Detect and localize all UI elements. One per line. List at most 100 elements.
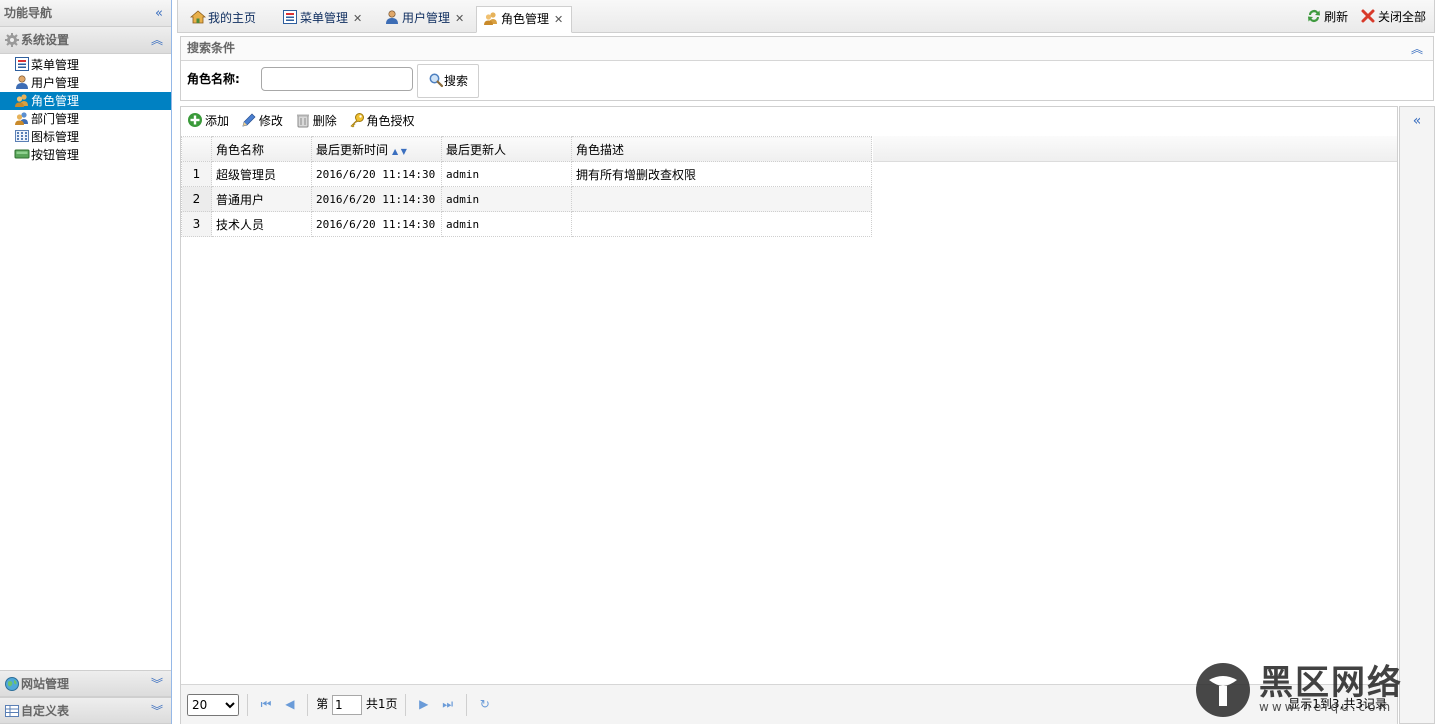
table-header-row: 角色名称 最后更新时间 ▲ ▼ 最后更新人 角色描述: [181, 136, 872, 162]
column-header-label: 角色名称: [216, 142, 265, 157]
tab-label: 菜单管理: [300, 11, 349, 25]
close-all-label: 关闭全部: [1377, 10, 1426, 24]
role-table: 角色名称 最后更新时间 ▲ ▼ 最后更新人 角色描述 1 超级管理员 2016/6…: [181, 136, 872, 237]
table-row[interactable]: 2 普通用户 2016/6/20 11:14:30 admin: [181, 186, 872, 212]
close-icon: [1360, 8, 1376, 24]
refresh-button[interactable]: 刷新: [1306, 10, 1352, 24]
double-chevron-left-icon[interactable]: «: [1413, 113, 1422, 129]
east-collapse-bar[interactable]: «: [1399, 106, 1435, 724]
pager-separator: [307, 693, 309, 716]
close-icon[interactable]: ✕: [455, 12, 464, 25]
column-header-role-name[interactable]: 角色名称: [211, 136, 312, 162]
tree-item-user[interactable]: 用户管理: [0, 74, 171, 92]
tab-label: 用户管理: [402, 11, 451, 25]
authorize-label: 角色授权: [366, 114, 415, 128]
column-header-description[interactable]: 角色描述: [571, 136, 872, 162]
accordion-website-label: 网站管理: [21, 677, 70, 691]
role-name-input[interactable]: [261, 67, 413, 91]
double-chevron-down-icon[interactable]: ︾: [151, 698, 163, 725]
double-chevron-down-icon[interactable]: ︾: [151, 671, 163, 698]
search-button-label: 搜索: [443, 74, 468, 88]
cell-update-time: 2016/6/20 11:14:30: [311, 211, 442, 237]
sort-arrows-icon[interactable]: ▲ ▼: [392, 147, 407, 156]
tree-item-icon[interactable]: 图标管理: [0, 128, 171, 146]
table-row[interactable]: 1 超级管理员 2016/6/20 11:14:30 admin 拥有所有增删改…: [181, 161, 872, 187]
last-page-icon[interactable]: ⏭: [442, 697, 453, 711]
tab-user-management[interactable]: 用户管理 ✕: [378, 6, 472, 33]
page-number-input[interactable]: [332, 694, 363, 715]
search-panel: 搜索条件 ︽ 角色名称: 搜索: [180, 36, 1434, 101]
west-nav-panel: 功能导航 « 系统设置 ︽ 菜单管理 用户管理 角色管理 部门管理 图标管理 按…: [0, 0, 172, 724]
button-icon: [14, 146, 30, 162]
department-icon: [14, 110, 30, 126]
tab-label: 我的主页: [208, 11, 257, 25]
page-prefix: 第: [316, 697, 329, 711]
nav-title-bar: 功能导航 «: [0, 0, 171, 27]
cell-role-name: 技术人员: [211, 211, 312, 237]
accordion-custom-label: 自定义表: [21, 704, 70, 718]
user-icon: [14, 74, 30, 90]
cell-update-time: 2016/6/20 11:14:30: [311, 161, 442, 187]
tree-item-label: 用户管理: [31, 76, 80, 90]
column-header-update-time[interactable]: 最后更新时间 ▲ ▼: [311, 136, 442, 162]
tree-item-label: 部门管理: [31, 112, 80, 126]
home-icon: [190, 9, 206, 25]
column-header-label: 最后更新时间: [316, 142, 389, 157]
close-icon[interactable]: ✕: [554, 13, 563, 26]
tree-item-department[interactable]: 部门管理: [0, 110, 171, 128]
users-icon: [14, 92, 30, 108]
column-header-update-user[interactable]: 最后更新人: [441, 136, 572, 162]
plus-icon: [187, 112, 203, 128]
accordion-custom-table[interactable]: 自定义表 ︾: [0, 697, 171, 724]
pager-separator: [246, 693, 248, 716]
double-chevron-left-icon[interactable]: «: [155, 0, 163, 27]
tree-item-label: 按钮管理: [31, 148, 80, 162]
accordion-system-settings[interactable]: 系统设置 ︽: [0, 27, 171, 54]
first-page-icon[interactable]: ⏮: [261, 697, 272, 711]
close-icon[interactable]: ✕: [353, 12, 362, 25]
edit-label: 修改: [258, 114, 283, 128]
search-panel-header: 搜索条件 ︽: [181, 37, 1433, 61]
watermark-logo: 黑区网络 www.heiqu.com: [1195, 658, 1425, 722]
cell-description: 拥有所有增删改查权限: [571, 161, 872, 187]
page-total: 共1页: [365, 697, 398, 711]
reload-icon[interactable]: ↻: [480, 697, 490, 711]
edit-button[interactable]: 修改: [241, 113, 287, 128]
tree-item-button[interactable]: 按钮管理: [0, 146, 171, 164]
row-number: 3: [181, 211, 212, 237]
nav-bottom-accordions: 网站管理 ︾ 自定义表 ︾: [0, 670, 171, 724]
double-chevron-up-icon[interactable]: ︽: [151, 27, 163, 54]
row-number: 1: [181, 161, 212, 187]
center-region: 我的主页 菜单管理 ✕ 用户管理 ✕ 角色管理 ✕ 刷新 关闭全部 搜索条件 ︽ 角色…: [177, 0, 1435, 724]
watermark-text: 黑区网络: [1259, 663, 1403, 703]
accordion-website[interactable]: 网站管理 ︾: [0, 670, 171, 697]
add-button[interactable]: 添加: [187, 112, 233, 128]
page-size-select[interactable]: 20: [187, 693, 239, 716]
tab-role-management[interactable]: 角色管理 ✕: [476, 6, 573, 33]
tree-item-label: 图标管理: [31, 130, 80, 144]
prev-page-icon[interactable]: ◀: [285, 697, 294, 711]
delete-button[interactable]: 删除: [295, 114, 341, 128]
pager-separator: [465, 693, 467, 716]
system-menu-tree: 菜单管理 用户管理 角色管理 部门管理 图标管理 按钮管理: [0, 54, 171, 164]
tab-label: 角色管理: [501, 12, 550, 26]
tree-item-menu[interactable]: 菜单管理: [0, 56, 171, 74]
menu-icon: [14, 56, 30, 72]
search-panel-title: 搜索条件: [187, 41, 236, 55]
key-icon: [349, 112, 365, 128]
tree-item-role[interactable]: 角色管理: [0, 92, 171, 110]
users-icon: [483, 10, 499, 26]
tab-menu-management[interactable]: 菜单管理 ✕: [276, 6, 370, 33]
add-label: 添加: [205, 114, 230, 128]
tree-item-label: 菜单管理: [31, 58, 80, 72]
role-authorize-button[interactable]: 角色授权: [349, 112, 415, 128]
search-button[interactable]: 搜索: [417, 64, 479, 98]
tab-home[interactable]: 我的主页: [184, 6, 264, 33]
next-page-icon[interactable]: ▶: [419, 697, 428, 711]
double-chevron-up-icon[interactable]: ︽: [1411, 38, 1423, 60]
table-row[interactable]: 3 技术人员 2016/6/20 11:14:30 admin: [181, 211, 872, 237]
cell-update-time: 2016/6/20 11:14:30: [311, 186, 442, 212]
cell-update-user: admin: [441, 186, 572, 212]
close-all-button[interactable]: 关闭全部: [1360, 8, 1426, 24]
pager-separator: [405, 693, 407, 716]
